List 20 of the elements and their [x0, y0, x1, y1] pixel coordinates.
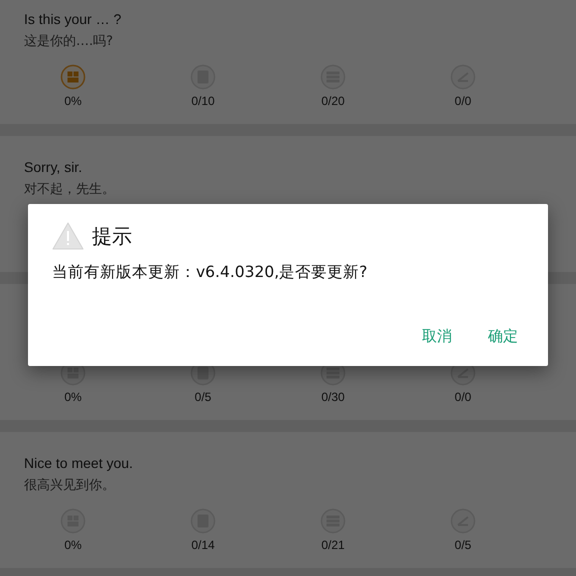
stat-value: 0/5	[454, 537, 472, 554]
lesson-translation: 这是你的….吗?	[24, 33, 114, 51]
stat-value: 0%	[64, 93, 82, 110]
lesson-translation: 对不起，先生。	[24, 181, 116, 199]
lesson-title: Is this your … ?	[24, 10, 122, 28]
stat-value: 0/20	[321, 93, 345, 110]
stat-value: 0/0	[454, 389, 472, 406]
stat-value: 0/10	[191, 93, 215, 110]
lesson-title: Nice to meet you.	[24, 454, 134, 472]
stat-value: 0/21	[321, 537, 345, 554]
stat-value: 0/30	[321, 389, 345, 406]
stat-value: 0%	[64, 537, 82, 554]
stat-value: 0/0	[454, 93, 472, 110]
lesson-translation: 很高兴见到你。	[24, 477, 116, 495]
lesson-title: Sorry, sir.	[24, 158, 84, 176]
stat-value: 0/5	[194, 389, 212, 406]
dialog-title: 提示	[92, 222, 132, 250]
stat-value: 0%	[64, 389, 82, 406]
stat-value: 0/14	[191, 537, 215, 554]
dialog-message: 当前有新版本更新：v6.4.0320,是否要更新?	[52, 262, 368, 283]
